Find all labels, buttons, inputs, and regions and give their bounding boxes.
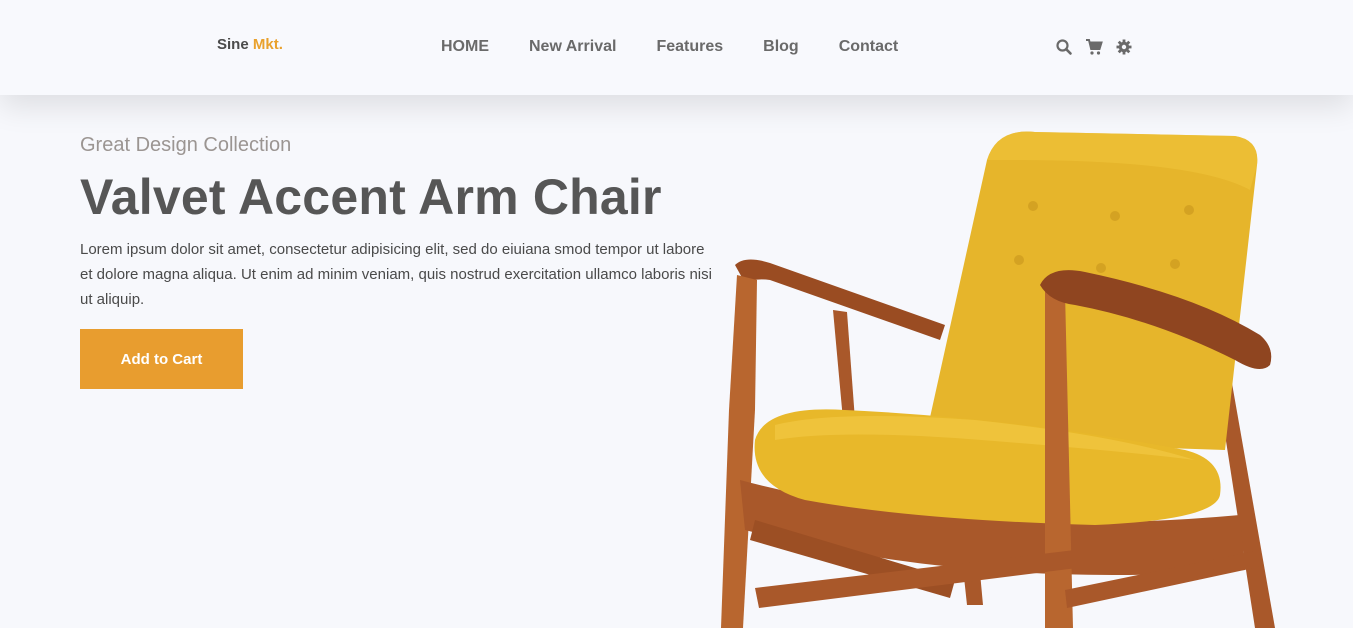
site-header: Sine Mkt. HOME New Arrival Features Blog… <box>0 0 1353 95</box>
add-to-cart-button[interactable]: Add to Cart <box>80 329 243 389</box>
hero-title: Valvet Accent Arm Chair <box>80 169 662 225</box>
hero-description: Lorem ipsum dolor sit amet, consectetur … <box>80 241 712 308</box>
nav-contact[interactable]: Contact <box>839 38 899 56</box>
main-nav: HOME New Arrival Features Blog Contact <box>441 38 898 56</box>
brand-logo[interactable]: Sine Mkt. <box>217 36 283 53</box>
brand-name: Sine <box>217 36 249 53</box>
chair-image <box>721 131 1275 628</box>
hero-section: Great Design Collection Valvet Accent Ar… <box>80 134 720 389</box>
search-icon[interactable] <box>1055 38 1073 56</box>
cart-icon[interactable] <box>1085 38 1103 56</box>
nav-new-arrival[interactable]: New Arrival <box>529 38 616 56</box>
nav-blog[interactable]: Blog <box>763 38 799 56</box>
nav-features[interactable]: Features <box>656 38 723 56</box>
header-icons <box>1055 38 1133 56</box>
hero-subtitle: Great Design Collection <box>80 134 292 156</box>
chair-back-leg-left <box>833 310 855 420</box>
brand-accent: Mkt. <box>252 36 283 53</box>
gear-icon[interactable] <box>1115 38 1133 56</box>
nav-home[interactable]: HOME <box>441 38 489 56</box>
chair-front-leg-left <box>721 275 757 628</box>
